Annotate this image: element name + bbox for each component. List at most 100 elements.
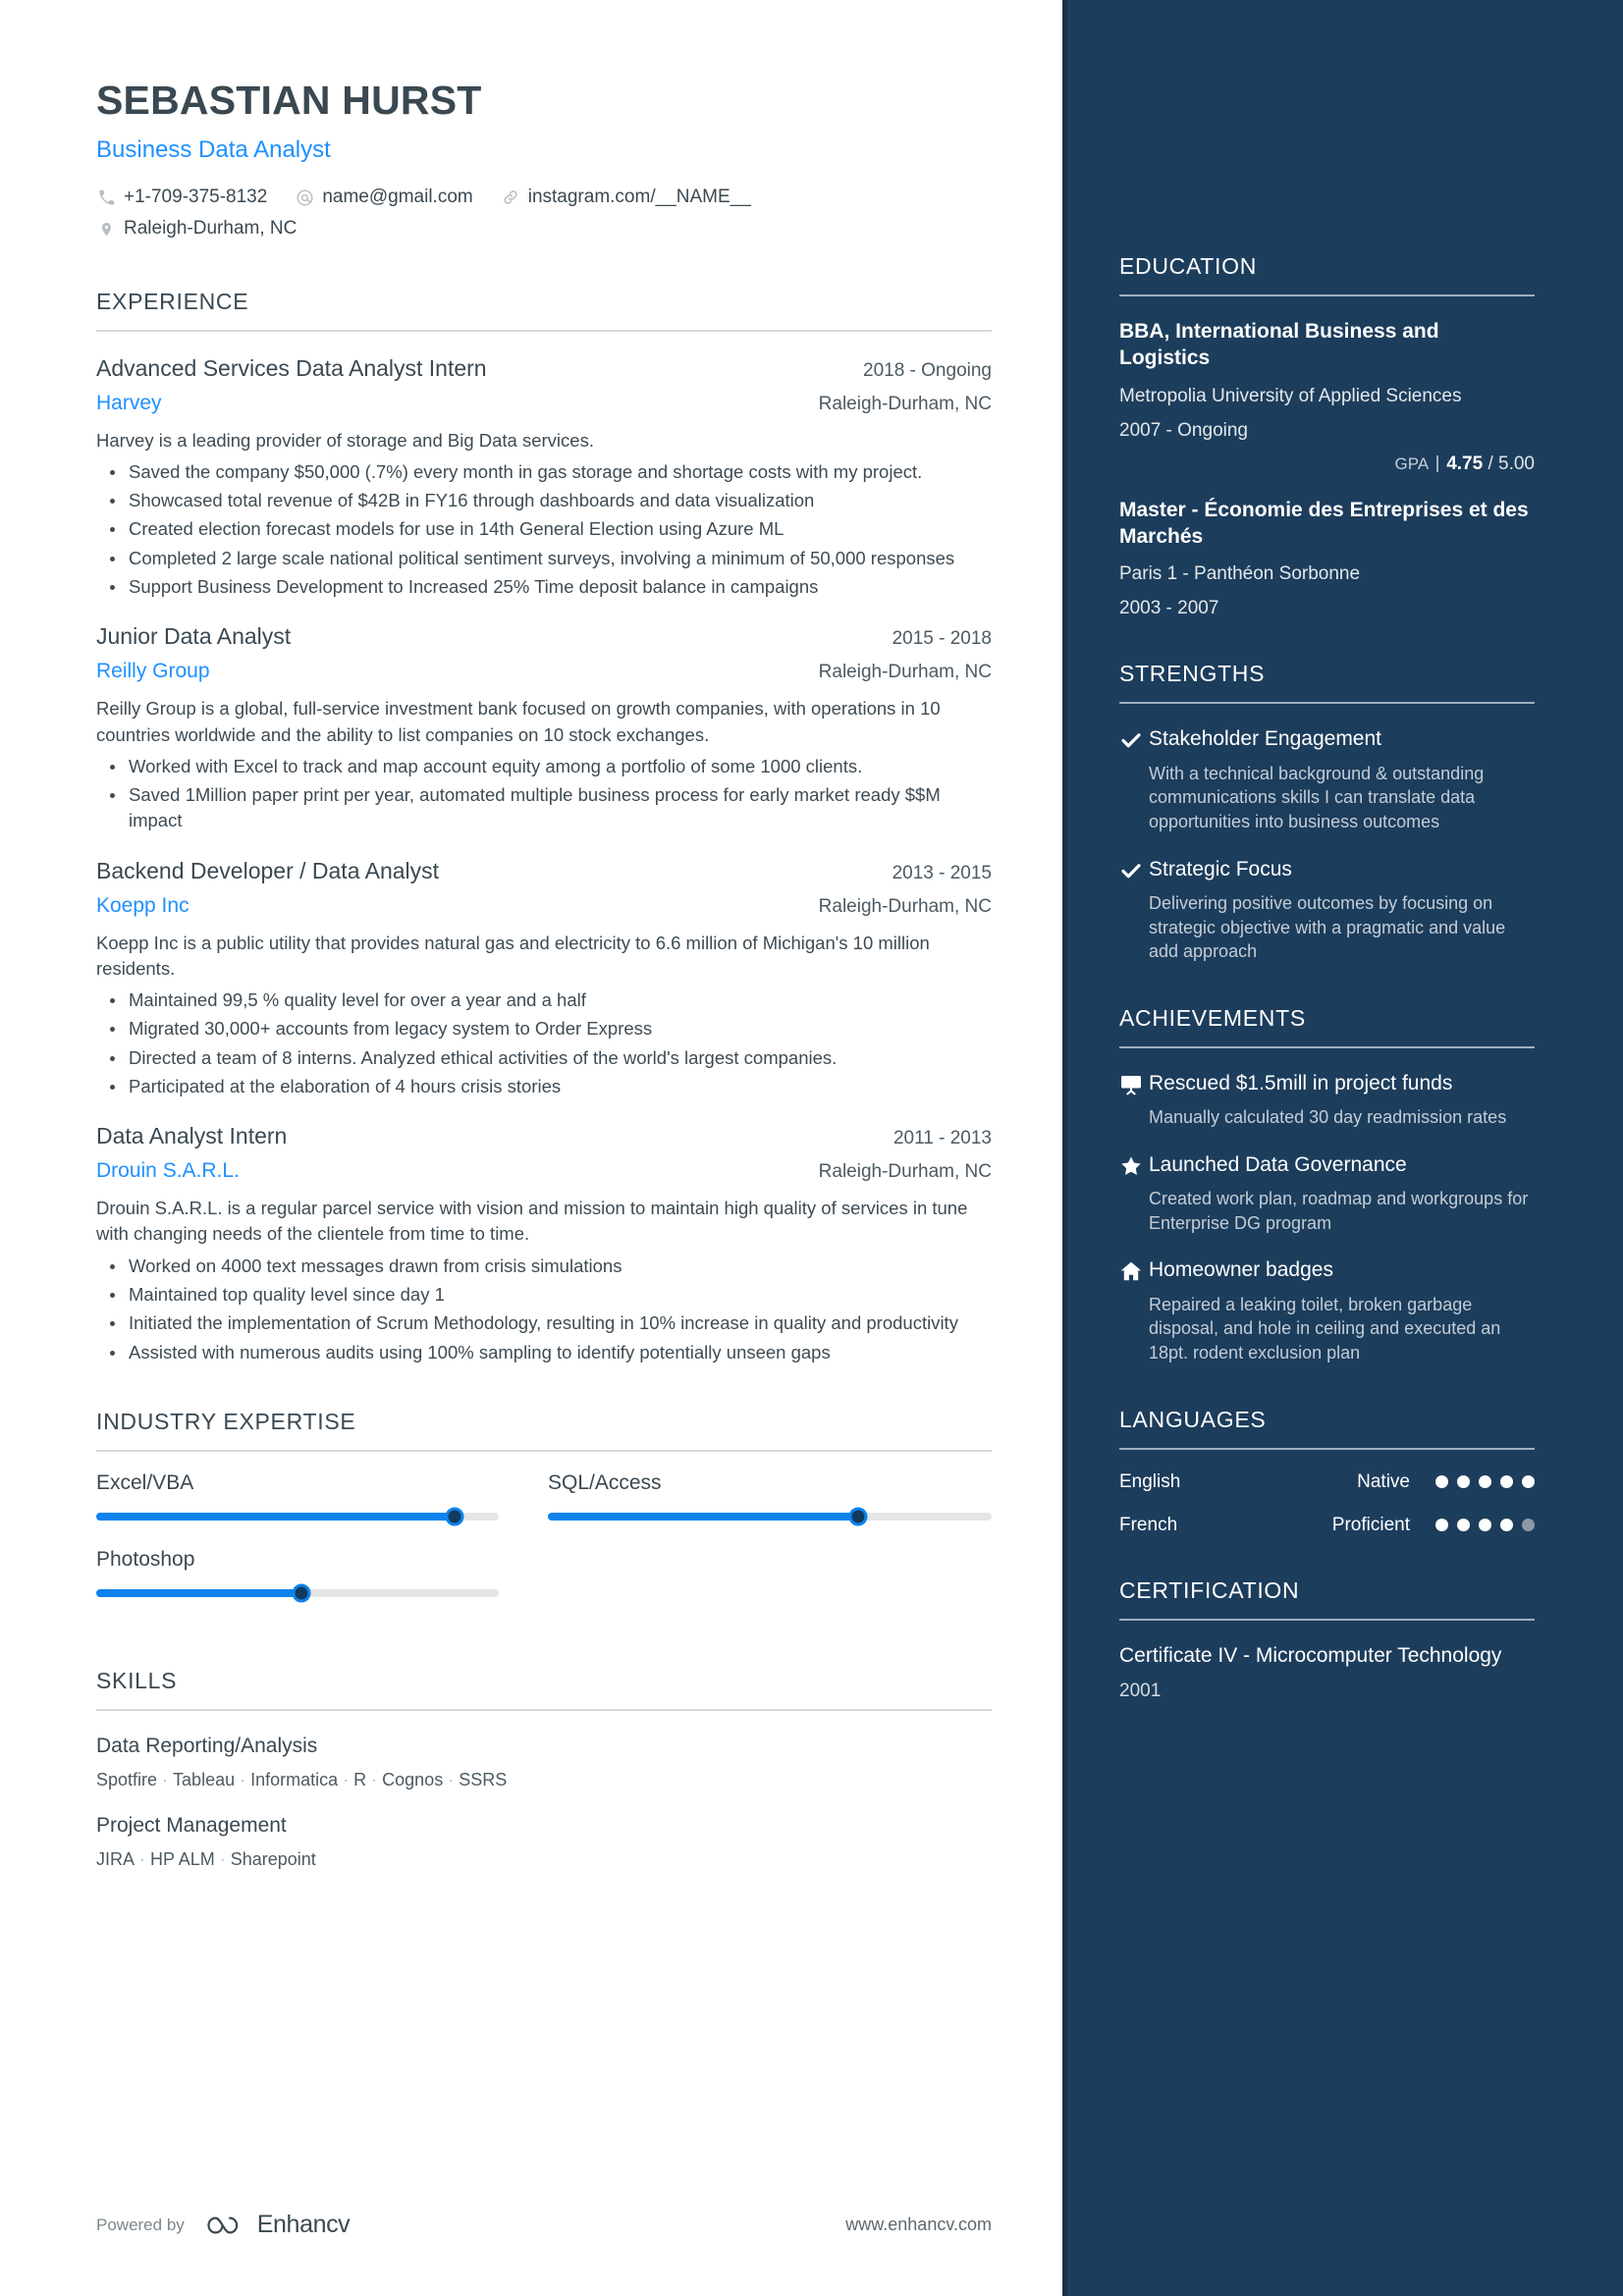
skill-tag: Cognos bbox=[382, 1769, 444, 1789]
slider-knob[interactable] bbox=[848, 1507, 868, 1526]
education-school: Paris 1 - Panthéon Sorbonne bbox=[1119, 563, 1361, 585]
main-column: SEBASTIAN HURST Business Data Analyst +1… bbox=[0, 0, 1062, 2296]
email-icon bbox=[295, 187, 314, 207]
slider-knob[interactable] bbox=[445, 1507, 464, 1526]
divider bbox=[96, 1708, 992, 1711]
section-languages: LANGUAGES English Native French Proficie… bbox=[1119, 1407, 1535, 1536]
achievement-item: Launched Data Governance Created work pl… bbox=[1119, 1151, 1535, 1236]
rating-dot-filled bbox=[1435, 1519, 1448, 1532]
expertise-list: Excel/VBA SQL/Access Photoshop bbox=[96, 1471, 992, 1625]
experience-item: Data Analyst Intern 2011 - 2013 Drouin S… bbox=[96, 1123, 992, 1365]
job-description: Harvey is a leading provider of storage … bbox=[96, 429, 594, 451]
expertise-slider[interactable] bbox=[548, 1507, 992, 1526]
job-location: Raleigh-Durham, NC bbox=[818, 393, 992, 414]
skill-tag: Informatica bbox=[250, 1769, 339, 1789]
achievement-description: Repaired a leaking toilet, broken garbag… bbox=[1149, 1294, 1501, 1363]
experience-item: Backend Developer / Data Analyst 2013 - … bbox=[96, 858, 992, 1100]
contact-location: Raleigh-Durham, NC bbox=[96, 213, 297, 244]
skill-group-name: Project Management bbox=[96, 1813, 287, 1837]
job-company[interactable]: Drouin S.A.R.L. bbox=[96, 1159, 240, 1183]
job-position: Backend Developer / Data Analyst bbox=[96, 857, 440, 883]
footer-url[interactable]: www.enhancv.com bbox=[845, 2215, 992, 2235]
expertise-label: Excel/VBA bbox=[96, 1470, 194, 1494]
slider-fill bbox=[96, 1588, 302, 1597]
slider-knob[interactable] bbox=[292, 1583, 311, 1603]
divider bbox=[96, 1449, 992, 1452]
certification-item: Certificate IV - Microcomputer Technolog… bbox=[1119, 1642, 1535, 1702]
home-icon bbox=[1119, 1256, 1149, 1364]
expertise-item: SQL/Access bbox=[544, 1470, 992, 1526]
job-bullets: Worked with Excel to track and map accou… bbox=[96, 754, 992, 834]
job-bullets: Worked on 4000 text messages drawn from … bbox=[96, 1254, 992, 1365]
language-item: French Proficient bbox=[1119, 1515, 1535, 1536]
skill-group: Data Reporting/Analysis Spotfire · Tableau… bbox=[96, 1735, 992, 1790]
education-school: Metropolia University of Applied Science… bbox=[1119, 385, 1462, 406]
language-level: Native bbox=[1357, 1470, 1410, 1492]
strength-heading: Stakeholder Engagement bbox=[1149, 727, 1381, 751]
experience-item: Junior Data Analyst 2015 - 2018 Reilly G… bbox=[96, 623, 992, 833]
job-bullet: Initiated the implementation of Scrum Me… bbox=[96, 1310, 992, 1336]
job-bullet: Saved 1Million paper print per year, aut… bbox=[96, 782, 992, 834]
education-gpa: GPA 4.75 / 5.00 bbox=[1119, 454, 1535, 475]
enhancv-logo-icon bbox=[202, 2214, 243, 2237]
resume-page: SEBASTIAN HURST Business Data Analyst +1… bbox=[0, 0, 1623, 2296]
page-footer: Powered by Enhancv www.enhancv.com bbox=[96, 2211, 992, 2239]
page-title: SEBASTIAN HURST Business Data Analyst bbox=[96, 78, 992, 164]
expertise-label: SQL/Access bbox=[548, 1470, 662, 1494]
expertise-slider[interactable] bbox=[96, 1583, 499, 1603]
job-description: Koepp Inc is a public utility that provi… bbox=[96, 932, 930, 979]
skill-tag-list: JIRA · HP ALM · Sharepoint bbox=[96, 1849, 992, 1870]
strength-item: Strategic Focus Delivering positive outc… bbox=[1119, 856, 1535, 964]
rating-dot-filled bbox=[1522, 1475, 1535, 1489]
section-experience: EXPERIENCE Advanced Services Data Analys… bbox=[96, 289, 992, 1365]
skill-group-name: Data Reporting/Analysis bbox=[96, 1734, 318, 1757]
job-bullet: Worked on 4000 text messages drawn from … bbox=[96, 1254, 992, 1279]
job-company[interactable]: Koepp Inc bbox=[96, 894, 189, 918]
achievement-heading: Rescued $1.5mill in project funds bbox=[1149, 1071, 1453, 1095]
education-years: 2003 - 2007 bbox=[1119, 598, 1219, 619]
job-company[interactable]: Reilly Group bbox=[96, 660, 210, 683]
expertise-item: Excel/VBA bbox=[96, 1470, 544, 1526]
contact-location-text: Raleigh-Durham, NC bbox=[124, 218, 298, 240]
achievement-description: Created work plan, roadmap and workgroup… bbox=[1149, 1189, 1529, 1233]
section-title-experience: EXPERIENCE bbox=[96, 288, 249, 314]
star-icon bbox=[1119, 1151, 1149, 1236]
contact-link[interactable]: instagram.com/__NAME__ bbox=[501, 182, 751, 213]
rating-dot-filled bbox=[1435, 1475, 1448, 1489]
divider bbox=[1119, 702, 1535, 705]
section-achievements: ACHIEVEMENTS Rescued $1.5mill in project… bbox=[1119, 1005, 1535, 1365]
job-location: Raleigh-Durham, NC bbox=[818, 662, 992, 683]
skill-separator: · bbox=[448, 1769, 455, 1789]
certification-name: Certificate IV - Microcomputer Technolog… bbox=[1119, 1643, 1502, 1667]
rating-dot-filled bbox=[1479, 1519, 1491, 1532]
job-company[interactable]: Harvey bbox=[96, 392, 162, 415]
achievement-description: Manually calculated 30 day readmission r… bbox=[1149, 1107, 1507, 1128]
strength-description: With a technical background & outstandin… bbox=[1149, 763, 1485, 831]
job-description: Drouin S.A.R.L. is a regular parcel serv… bbox=[96, 1198, 968, 1245]
contact-line-primary: +1-709-375-8132 name@gmail.com instagram… bbox=[96, 182, 992, 213]
section-certification: CERTIFICATION Certificate IV - Microcomp… bbox=[1119, 1577, 1535, 1702]
slider-fill bbox=[548, 1512, 859, 1521]
contact-phone-text: +1-709-375-8132 bbox=[124, 187, 268, 208]
contact-phone[interactable]: +1-709-375-8132 bbox=[96, 182, 267, 213]
job-bullet: Assisted with numerous audits using 100%… bbox=[96, 1340, 992, 1365]
expertise-item: Photoshop bbox=[96, 1548, 544, 1603]
skill-tag: JIRA bbox=[96, 1848, 135, 1869]
job-bullet: Saved the company $50,000 (.7%) every mo… bbox=[96, 459, 992, 485]
link-icon bbox=[501, 187, 520, 207]
job-position: Junior Data Analyst bbox=[96, 623, 292, 650]
divider bbox=[96, 329, 992, 332]
skill-separator: · bbox=[343, 1769, 350, 1789]
section-industry-expertise: INDUSTRY EXPERTISE Excel/VBA SQL/Access bbox=[96, 1409, 992, 1625]
contact-link-text: instagram.com/__NAME__ bbox=[527, 187, 751, 208]
job-description: Reilly Group is a global, full-service i… bbox=[96, 698, 941, 745]
language-level: Proficient bbox=[1331, 1514, 1410, 1535]
contact-email[interactable]: name@gmail.com bbox=[295, 182, 473, 213]
section-title-skills: SKILLS bbox=[96, 1667, 178, 1693]
enhancv-brand-name: Enhancv bbox=[256, 2211, 351, 2238]
language-rating bbox=[1435, 1475, 1535, 1489]
language-item: English Native bbox=[1119, 1471, 1535, 1493]
rating-dot-filled bbox=[1457, 1475, 1470, 1489]
section-title-education: EDUCATION bbox=[1119, 253, 1258, 279]
expertise-slider[interactable] bbox=[96, 1507, 499, 1526]
